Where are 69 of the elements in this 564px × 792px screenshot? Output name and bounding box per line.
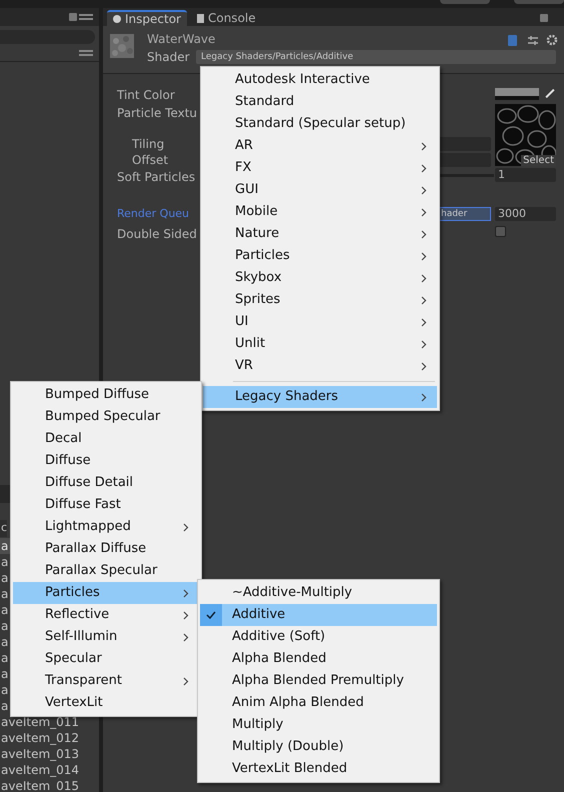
select-button[interactable]: Select <box>521 155 556 166</box>
menu-item[interactable]: Unlit <box>203 333 437 355</box>
menu-item[interactable]: Additive <box>200 604 437 626</box>
menu-item[interactable]: VertexLit <box>13 692 199 714</box>
menu-item[interactable]: Standard (Specular setup) <box>203 113 437 135</box>
menu-item[interactable]: FX <box>203 157 437 179</box>
menu-icon[interactable] <box>79 14 93 20</box>
menu-item[interactable]: UI <box>203 311 437 333</box>
number-field[interactable]: 3000 <box>495 207 556 221</box>
sliders-icon[interactable] <box>527 35 539 47</box>
document-icon <box>196 14 204 22</box>
menu-item[interactable]: VertexLit Blended <box>200 758 437 780</box>
material-name: WaterWave <box>147 31 216 48</box>
menu-item[interactable]: Additive (Soft) <box>200 626 437 648</box>
menu-item[interactable]: Multiply <box>200 714 437 736</box>
hierarchy-item[interactable]: aveItem_012 <box>0 730 99 746</box>
menu-icon[interactable] <box>79 50 93 56</box>
menu-item[interactable]: Anim Alpha Blended <box>200 692 437 714</box>
color-swatch[interactable] <box>495 88 539 100</box>
property-label: Render Queu <box>117 206 190 222</box>
property-label: Particle Textu <box>117 105 198 122</box>
menu-item[interactable]: Diffuse Fast <box>13 494 199 516</box>
property-label: Offset <box>131 152 168 169</box>
property-label: Soft Particles <box>117 169 196 186</box>
texture-slot[interactable]: Select <box>495 104 556 166</box>
column-header: c <box>0 520 8 536</box>
menu-item[interactable]: Transparent <box>13 670 199 692</box>
tab[interactable]: Inspector <box>107 10 187 26</box>
menu-item[interactable]: Skybox <box>203 267 437 289</box>
menu-item[interactable]: Self-Illumin <box>13 626 199 648</box>
menu-item[interactable]: Nature <box>203 223 437 245</box>
checkbox[interactable] <box>495 226 506 237</box>
menu-item[interactable]: Lightmapped <box>13 516 199 538</box>
menu-item[interactable]: Diffuse <box>13 450 199 472</box>
menu-item[interactable]: Sprites <box>203 289 437 311</box>
menu-item[interactable]: Legacy Shaders <box>203 386 437 408</box>
menu-item[interactable]: Multiply (Double) <box>200 736 437 758</box>
menu-item[interactable]: Specular <box>13 648 199 670</box>
hierarchy-item[interactable]: aveItem_015 <box>0 778 99 792</box>
info-icon <box>113 15 121 23</box>
menu-item[interactable]: Particles <box>13 582 199 604</box>
hierarchy-item[interactable]: aveItem_014 <box>0 762 99 778</box>
hierarchy-item[interactable]: aveItem_011 <box>0 714 99 730</box>
gear-icon[interactable] <box>546 34 558 46</box>
property-label: Double Sided <box>117 226 197 243</box>
shader-dropdown[interactable]: Legacy Shaders/Particles/Additive <box>196 50 556 64</box>
menu-item[interactable]: Parallax Specular <box>13 560 199 582</box>
menu-item[interactable]: AR <box>203 135 437 157</box>
menu-item[interactable]: Alpha Blended <box>200 648 437 670</box>
menu-item[interactable]: ~Additive-Multiply <box>200 582 437 604</box>
menu-item[interactable]: Diffuse Detail <box>13 472 199 494</box>
shader-label: Shader <box>147 49 191 66</box>
hierarchy-item[interactable]: aveItem_013 <box>0 746 99 762</box>
property-label: Tint Color <box>117 87 175 104</box>
menu-item[interactable]: Parallax Diffuse <box>13 538 199 560</box>
property-label: Tiling <box>131 136 164 153</box>
menu-item[interactable]: Reflective <box>13 604 199 626</box>
tab[interactable]: Console <box>190 10 262 26</box>
menu-item[interactable]: Autodesk Interactive <box>203 69 437 91</box>
menu-item[interactable]: Bumped Specular <box>13 406 199 428</box>
menu-item[interactable]: Standard <box>203 91 437 113</box>
menu-item[interactable]: Particles <box>203 245 437 267</box>
menu-item[interactable]: GUI <box>203 179 437 201</box>
menu-item[interactable]: Bumped Diffuse <box>13 384 199 406</box>
number-field[interactable]: 1 <box>495 168 556 182</box>
menu-item[interactable]: Decal <box>13 428 199 450</box>
eyedropper-icon[interactable] <box>545 88 555 98</box>
menu-item[interactable]: VR <box>203 355 437 377</box>
menu-item[interactable]: Alpha Blended Premultiply <box>200 670 437 692</box>
